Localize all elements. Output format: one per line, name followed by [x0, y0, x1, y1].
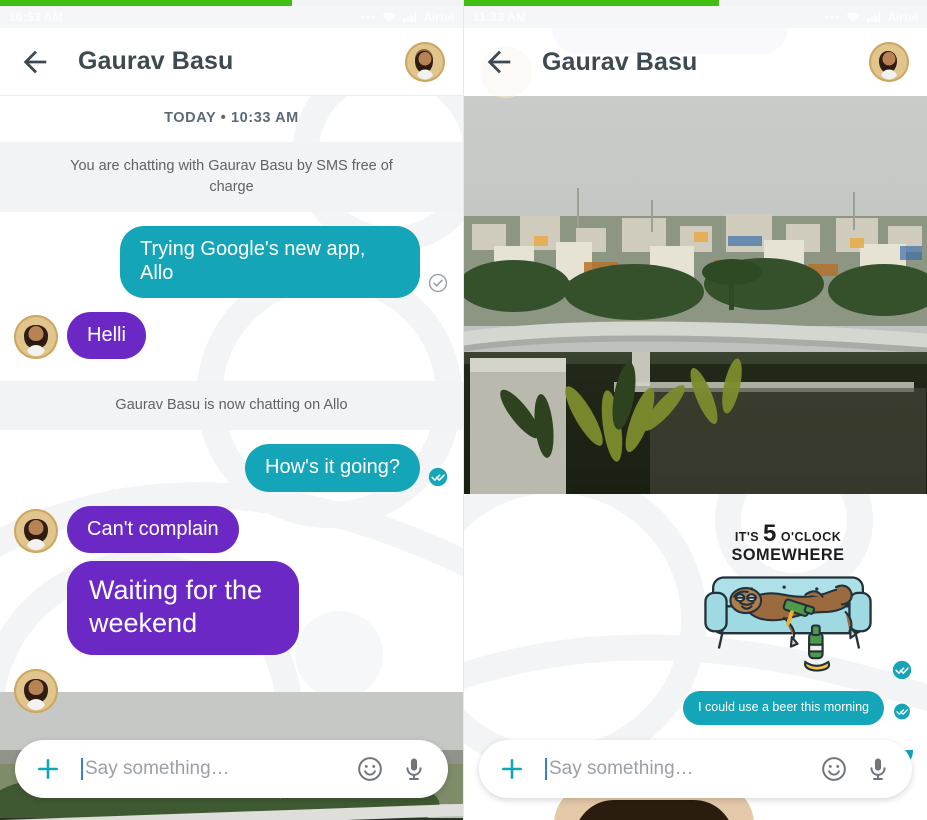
carrier-name: Airtel: [423, 10, 454, 24]
message-bubble-incoming[interactable]: Waiting for the weekend: [67, 561, 299, 655]
system-message: Gaurav Basu is now chatting on Allo: [0, 381, 463, 431]
more-dots-icon: [825, 15, 840, 19]
message-composer-left[interactable]: Say something…: [15, 740, 448, 798]
wifi-icon: [846, 11, 861, 22]
message-row-outgoing: How's it going?: [0, 444, 463, 492]
page-title: Gaurav Basu: [78, 47, 234, 75]
system-message: You are chatting with Gaurav Basu by SMS…: [0, 142, 463, 213]
text-caret: [81, 758, 83, 780]
page-title: Gaurav Basu: [542, 47, 698, 76]
status-read-filled-icon: [892, 661, 912, 680]
message-bubble-outgoing[interactable]: Trying Google's new app, Allo: [120, 226, 420, 298]
status-read-filled-icon: [428, 467, 448, 486]
message-row-incoming-photo: [0, 668, 463, 713]
avatar[interactable]: [14, 509, 58, 553]
add-attachment-icon[interactable]: [499, 756, 525, 782]
message-bubble-incoming[interactable]: Helli: [67, 311, 146, 360]
status-time: 11:33 AM: [473, 10, 527, 24]
avatar[interactable]: [14, 315, 58, 360]
sticker-line-2: SOMEWHERE: [732, 546, 845, 564]
message-bubble-outgoing[interactable]: How's it going?: [245, 444, 420, 492]
message-row-outgoing: Trying Google's new app, Allo: [0, 226, 463, 298]
microphone-icon[interactable]: [400, 755, 428, 783]
message-bubble-incoming[interactable]: Can't complain: [67, 505, 239, 553]
status-time: 10:53 AM: [9, 10, 63, 24]
message-row-outgoing-sticker: IT'S 5 O'CLOCK SOMEWHERE: [464, 518, 927, 681]
avatar[interactable]: [405, 41, 445, 82]
loading-progress-bar: [0, 0, 463, 6]
status-sent-outline-icon: [428, 273, 448, 292]
search-input[interactable]: Say something…: [549, 758, 804, 780]
dual-screenshot-comparison: 10:53 AM Airtel Gaurav Basu TODAY • 10:3…: [0, 0, 927, 820]
add-attachment-icon[interactable]: [35, 756, 61, 782]
more-dots-icon: [361, 15, 376, 19]
status-bar-right: 11:33 AM Airtel: [464, 6, 927, 28]
emoji-icon[interactable]: [820, 755, 848, 783]
message-bubble-outgoing[interactable]: I could use a beer this morning: [683, 691, 884, 726]
avatar[interactable]: [14, 668, 58, 713]
loading-progress-bar: [464, 0, 927, 6]
carrier-name: Airtel: [887, 10, 918, 24]
wifi-icon: [382, 11, 397, 22]
sticker-5-oclock-somewhere[interactable]: IT'S 5 O'CLOCK SOMEWHERE: [692, 518, 884, 681]
day-timestamp: TODAY • 10:33 AM: [164, 110, 299, 126]
signal-bars-icon: [867, 12, 881, 22]
back-arrow-icon[interactable]: [482, 45, 516, 79]
message-row-incoming: Helli: [0, 311, 463, 360]
message-row-outgoing: I could use a beer this morning: [464, 691, 927, 726]
conversation-left: TODAY • 10:33 AM You are chatting with G…: [0, 96, 463, 820]
search-input[interactable]: Say something…: [85, 758, 340, 780]
microphone-icon[interactable]: [864, 755, 892, 783]
signal-bars-icon: [403, 12, 417, 22]
message-row-incoming: Waiting for the weekend: [0, 561, 463, 655]
screen-left: 10:53 AM Airtel Gaurav Basu TODAY • 10:3…: [0, 0, 464, 820]
conversation-right: IT'S 5 O'CLOCK SOMEWHERE I could use a b…: [464, 0, 927, 820]
app-bar-right: Gaurav Basu: [464, 28, 927, 96]
app-bar-left: Gaurav Basu: [0, 28, 463, 96]
screen-right: 11:33 AM Airtel Gaurav Basu IT'S 5 O'CLO…: [464, 0, 927, 820]
avatar[interactable]: [869, 42, 909, 82]
status-read-filled-icon: [894, 704, 910, 720]
status-bar-left: 10:53 AM Airtel: [0, 6, 463, 28]
scrolled-photo-peek-hair: [574, 800, 734, 820]
sticker-line-1: IT'S 5 O'CLOCK: [735, 520, 841, 547]
text-caret: [545, 758, 547, 780]
back-arrow-icon[interactable]: [18, 45, 52, 79]
message-row-incoming: Can't complain: [0, 505, 463, 553]
avatar-spacer: [14, 611, 58, 655]
emoji-icon[interactable]: [356, 755, 384, 783]
message-composer-right[interactable]: Say something…: [479, 740, 912, 798]
balcony-cityscape-photo[interactable]: [464, 96, 927, 494]
